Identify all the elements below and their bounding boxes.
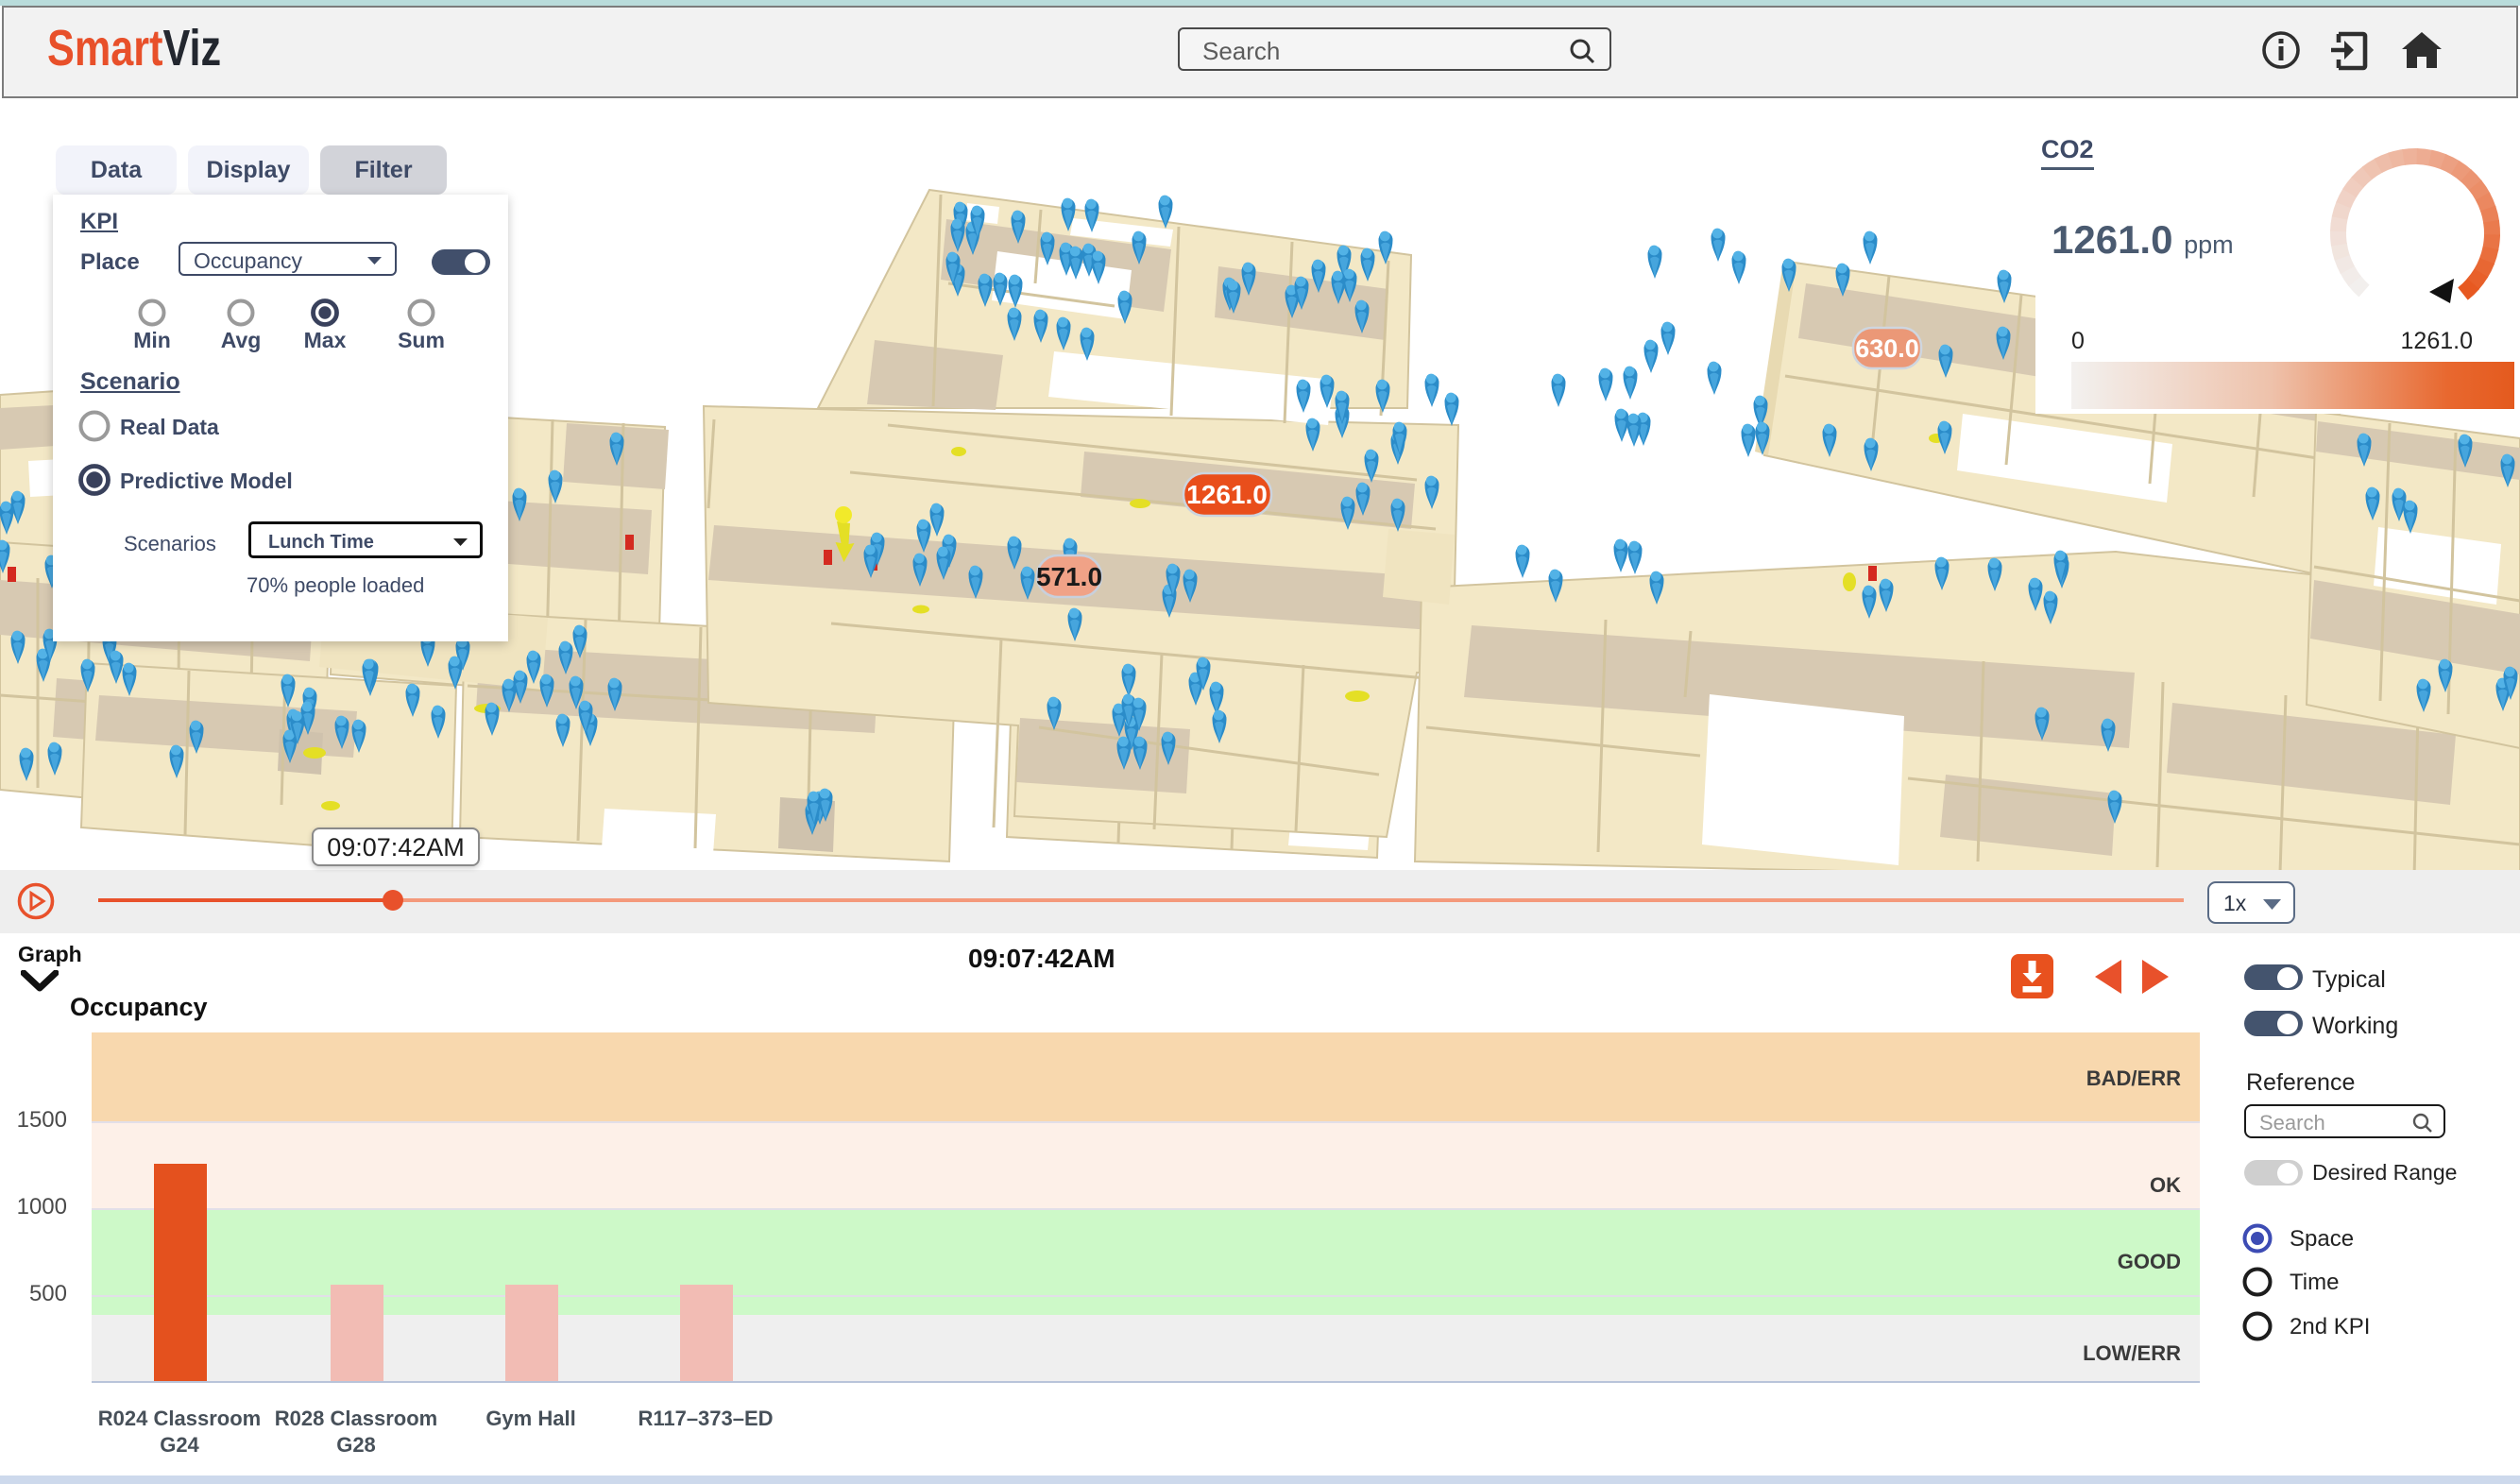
svg-text:630.0: 630.0 (1855, 334, 1919, 363)
svg-text:1261.0: 1261.0 (1186, 480, 1268, 509)
svg-text:571.0: 571.0 (1036, 562, 1102, 591)
